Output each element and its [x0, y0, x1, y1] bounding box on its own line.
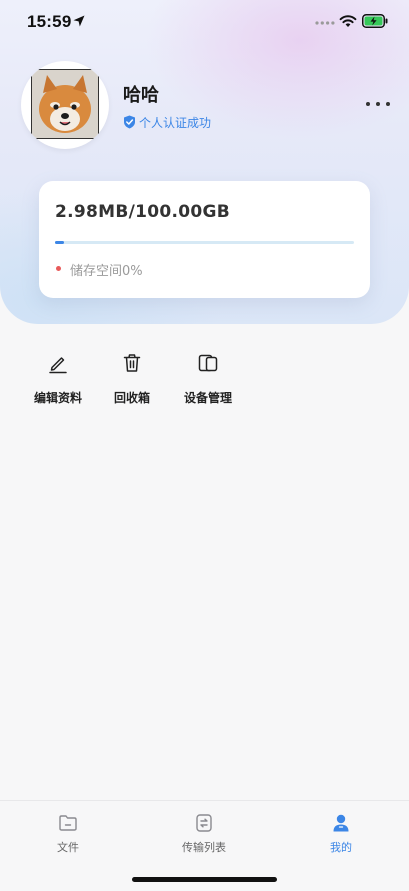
username: 哈哈	[123, 85, 159, 106]
trash-icon	[123, 354, 141, 372]
device-management-label: 设备管理	[183, 391, 232, 405]
more-button[interactable]	[366, 96, 390, 112]
more-dot-icon	[376, 102, 380, 106]
tab-files[interactable]: 文件	[28, 813, 108, 855]
tab-transfer-list-label: 传输列表	[182, 841, 226, 854]
folder-icon	[59, 815, 77, 831]
storage-progress-bar	[55, 241, 354, 244]
wifi-icon	[339, 15, 357, 27]
shiba-dog-avatar	[31, 69, 99, 139]
edit-profile-label: 编辑资料	[33, 391, 82, 405]
location-arrow-icon	[73, 15, 85, 27]
shield-check-icon	[124, 115, 135, 129]
recycle-bin-button[interactable]: 回收箱	[97, 352, 167, 406]
home-indicator	[132, 877, 277, 882]
recycle-bin-label: 回收箱	[113, 391, 150, 405]
signal-dots-icon	[315, 21, 335, 25]
edit-profile-button[interactable]: 编辑资料	[23, 352, 93, 406]
more-dot-icon	[386, 102, 390, 106]
storage-progress-fill	[55, 241, 64, 244]
tab-transfer-list[interactable]: 传输列表	[164, 813, 244, 855]
storage-amount: 2.98MB/100.00GB	[55, 202, 231, 222]
storage-label: 储存空间0%	[70, 264, 143, 279]
storage-card[interactable]: 2.98MB/100.00GB 储存空间0%	[39, 181, 370, 298]
battery-charging-icon	[362, 14, 388, 28]
verification-badge: 个人认证成功	[123, 114, 211, 130]
status-bar: 15:59	[0, 0, 409, 44]
devices-icon	[198, 354, 218, 372]
transfer-icon	[196, 814, 212, 832]
tab-files-label: 文件	[57, 841, 79, 854]
edit-pen-icon	[49, 357, 67, 374]
avatar[interactable]	[21, 61, 109, 149]
more-dot-icon	[366, 102, 370, 106]
status-time: 15:59	[27, 12, 72, 31]
verify-text: 个人认证成功	[139, 115, 212, 130]
user-icon	[333, 814, 349, 832]
tab-mine-label: 我的	[330, 841, 352, 854]
tab-mine[interactable]: 我的	[301, 813, 381, 855]
storage-dot-icon	[56, 266, 61, 271]
device-management-button[interactable]: 设备管理	[173, 352, 243, 406]
